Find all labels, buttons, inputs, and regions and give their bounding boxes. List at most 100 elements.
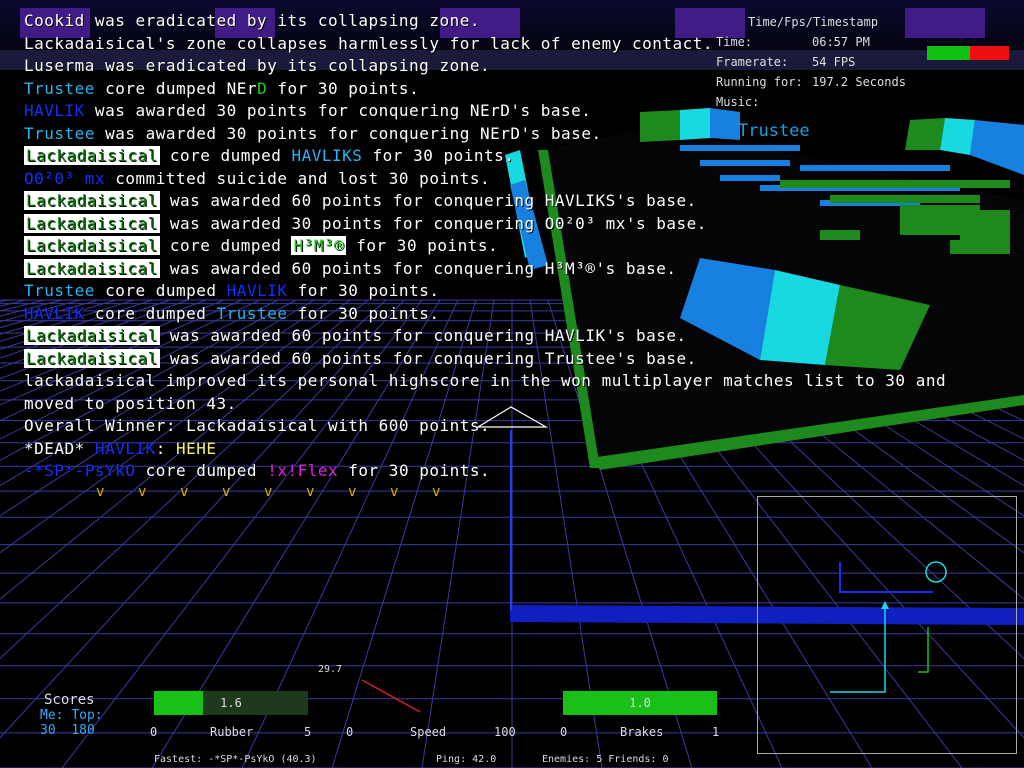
friends-label: Friends: bbox=[608, 754, 657, 765]
player-name-highlight: Lackadaisical bbox=[24, 258, 160, 278]
music-row: Music: bbox=[716, 92, 878, 112]
rubber-label: Rubber bbox=[210, 725, 254, 739]
console-segment: core dumped bbox=[135, 461, 268, 480]
console-segment: HAVLIK bbox=[24, 303, 85, 323]
console-line: Lackadaisical was awarded 30 points for … bbox=[24, 213, 1014, 236]
framerate-label: Framerate: bbox=[716, 55, 789, 69]
console-segment: was awarded 30 points for conquering NEr… bbox=[94, 123, 602, 143]
chevron-icon: v bbox=[390, 484, 399, 500]
console-line: Lackadaisical was awarded 60 points for … bbox=[24, 258, 1014, 281]
minimap-spawn-marker bbox=[925, 561, 947, 583]
console-segment: Trustee bbox=[24, 78, 95, 98]
bottom-hud: Scores Me: Top: 30 180 29.7 1.6 0 Rubber… bbox=[0, 664, 1024, 768]
console-segment: core dumped bbox=[159, 146, 292, 165]
health-bar-fill bbox=[927, 46, 970, 60]
console-line: Lackadaisical was awarded 60 points for … bbox=[24, 325, 1014, 348]
console-segment: for 30 points. bbox=[267, 78, 420, 98]
running-label: Running for: bbox=[716, 75, 803, 89]
running-row: Running for: 197.2 Seconds bbox=[716, 72, 906, 92]
console-segment: for 30 points. bbox=[362, 146, 515, 165]
fastest-readout: Fastest: -*SP*-PsYkO (40.3) bbox=[154, 754, 317, 765]
console-segment: O0²0³ mx bbox=[24, 168, 106, 188]
console-line: O0²0³ mx committed suicide and lost 30 p… bbox=[24, 168, 1014, 191]
chevron-icon: v bbox=[96, 484, 105, 500]
speed-max: 100 bbox=[494, 725, 516, 739]
console-segment: -*SP*-PsYkO bbox=[24, 461, 136, 480]
rubber-max: 5 bbox=[304, 725, 312, 739]
console-segment: core dumped bbox=[84, 303, 217, 323]
console-segment: HAVLIK bbox=[94, 438, 156, 458]
scores-top-value: 180 bbox=[71, 723, 95, 738]
rubber-min: 0 bbox=[150, 725, 158, 739]
player-name-highlight: Lackadaisical bbox=[24, 191, 160, 210]
console-segment: was awarded 60 points for conquering H³M… bbox=[159, 258, 677, 278]
console-segment: was awarded 60 points for conquering HAV… bbox=[159, 191, 697, 210]
gauge-top-value: 29.7 bbox=[318, 664, 343, 675]
ping-value: 42.0 bbox=[472, 754, 497, 765]
ping-readout: Ping: 42.0 bbox=[436, 754, 496, 765]
time-label: Time: bbox=[716, 35, 753, 49]
player-name-highlight: Lackadaisical bbox=[24, 348, 160, 368]
console-segment: *DEAD* bbox=[24, 438, 95, 458]
console-segment: for 30 points. bbox=[338, 461, 491, 480]
chevron-icon: v bbox=[264, 484, 273, 500]
console-segment: : bbox=[155, 438, 176, 458]
console-segment: for 30 points. bbox=[287, 303, 440, 323]
time-value: 06:57 PM bbox=[812, 35, 870, 49]
brakes-min: 0 bbox=[560, 725, 568, 739]
console-line: Overall Winner: Lackadaisical with 600 p… bbox=[24, 415, 1014, 438]
console-line: Lackadaisical core dumped H³M³® for 30 p… bbox=[24, 235, 1014, 258]
scores-top-label: Top: bbox=[71, 708, 103, 723]
enemies-value: 5 bbox=[596, 754, 603, 765]
minimap-blue-trail bbox=[839, 562, 933, 593]
console-segment: HEHE bbox=[176, 438, 217, 458]
console-segment: for 30 points. bbox=[287, 281, 440, 300]
console-line: Trustee core dumped HAVLIK for 30 points… bbox=[24, 280, 1014, 303]
framerate-row: Framerate: 54 FPS bbox=[716, 52, 878, 72]
console-line: Trustee was awarded 30 points for conque… bbox=[24, 123, 1014, 146]
minimap-cyan-trail bbox=[830, 607, 886, 693]
scores-labels: Me: Top: bbox=[40, 708, 103, 723]
time-row: Time: 06:57 PM bbox=[716, 32, 878, 52]
chevron-icon: v bbox=[138, 484, 147, 500]
brakes-label: Brakes bbox=[620, 725, 664, 739]
friends-value: 0 bbox=[662, 754, 669, 765]
framerate-value: 54 FPS bbox=[812, 55, 856, 69]
player-name-highlight: Lackadaisical bbox=[24, 236, 160, 255]
minimap-player-arrow bbox=[881, 601, 889, 609]
console-segment: HAVLIK bbox=[24, 101, 85, 120]
chevron-icon: v bbox=[306, 484, 315, 500]
ping-label: Ping: bbox=[436, 754, 467, 765]
fastest-value: -*SP*-PsYkO (40.3) bbox=[208, 754, 317, 765]
chevron-icon: v bbox=[348, 484, 357, 500]
health-bar-remaining bbox=[969, 46, 1009, 60]
scores-me-label: Me: bbox=[40, 708, 64, 723]
player-name-highlight: Lackadaisical bbox=[24, 146, 160, 165]
chevron-icon: v bbox=[180, 484, 189, 500]
speed-min: 0 bbox=[346, 725, 354, 739]
player-name-highlight: Lackadaisical bbox=[24, 326, 160, 345]
console-segment: Trustee bbox=[24, 281, 95, 300]
console-segment: Trustee bbox=[216, 303, 288, 323]
chevron-row: vvvvvvvvv bbox=[96, 484, 474, 500]
time-header: Time/Fps/Timestamp bbox=[748, 15, 879, 29]
chevron-icon: v bbox=[222, 484, 231, 500]
scores-panel: Scores Me: Top: 30 180 bbox=[40, 692, 103, 738]
enemies-label: Enemies: bbox=[542, 754, 591, 765]
console-segment: Lackadaisical's zone collapses harmlessl… bbox=[24, 33, 714, 53]
rubber-value: 1.6 bbox=[220, 696, 242, 710]
console-segment: lackadaisical improved its personal high… bbox=[24, 371, 947, 390]
console-line: lackadaisical improved its personal high… bbox=[24, 370, 1014, 393]
scores-values: 30 180 bbox=[40, 723, 103, 738]
running-value: 197.2 Seconds bbox=[812, 75, 906, 89]
console-segment: Luserma was eradicated by its collapsing… bbox=[24, 56, 491, 75]
console-segment: Trustee bbox=[24, 123, 95, 143]
scores-title: Scores bbox=[44, 692, 95, 708]
chevron-icon: v bbox=[432, 484, 441, 500]
console-line: -*SP*-PsYkO core dumped !x!Flex for 30 p… bbox=[24, 460, 1014, 483]
console-line: moved to position 43. bbox=[24, 393, 1014, 416]
player-name-highlight: H³M³® bbox=[291, 236, 347, 255]
console-segment: HAVLIKS bbox=[291, 146, 363, 165]
console-segment: for 30 points. bbox=[346, 236, 499, 255]
speed-label: Speed bbox=[410, 725, 447, 739]
